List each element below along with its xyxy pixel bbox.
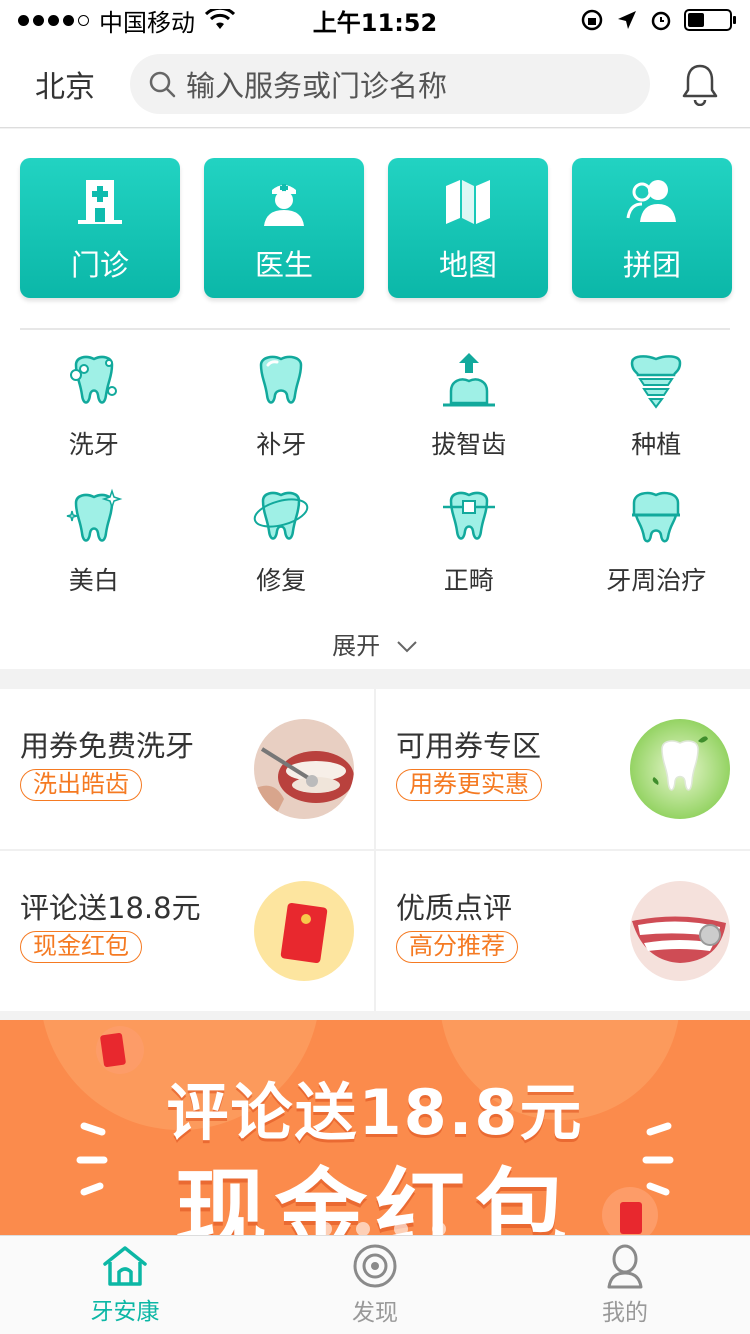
tile-clinic-label: 门诊 xyxy=(70,248,129,282)
quick-tiles: 门诊 医生 地图 拼团 xyxy=(20,158,732,298)
promo-tag: 用券更实惠 xyxy=(396,769,542,801)
service-repair-label: 修复 xyxy=(256,566,307,595)
notification-button[interactable] xyxy=(650,62,750,106)
tab-bar: 牙安康 发现 我的 xyxy=(0,1235,750,1334)
promo-title: 可用券专区 xyxy=(396,729,542,763)
service-whitening-label: 美白 xyxy=(68,566,119,595)
home-icon xyxy=(103,1246,147,1286)
carousel-dot[interactable] xyxy=(356,1222,370,1235)
tab-home-label: 牙安康 xyxy=(90,1299,160,1325)
tab-discover[interactable]: 发现 xyxy=(250,1236,500,1334)
tooth-whitening-icon xyxy=(66,488,123,542)
tile-map-label: 地图 xyxy=(438,248,497,282)
tab-home[interactable]: 牙安康 xyxy=(0,1236,250,1334)
tab-profile-label: 我的 xyxy=(602,1300,648,1326)
tooth-filling-icon xyxy=(259,355,303,404)
service-cleaning-label: 洗牙 xyxy=(68,430,119,459)
city-selector[interactable]: 北京 xyxy=(0,62,130,106)
rotation-lock-icon xyxy=(581,9,603,31)
promo-tag: 现金红包 xyxy=(20,931,142,963)
location-arrow-icon xyxy=(618,11,636,29)
search-placeholder: 输入服务或门诊名称 xyxy=(186,68,448,103)
service-repair[interactable]: 修复 xyxy=(188,487,376,597)
service-braces-label: 正畸 xyxy=(443,566,494,595)
promo-banner[interactable]: 评论送18.8元 现金红包 xyxy=(0,1020,750,1235)
group-icon xyxy=(626,180,676,222)
doctor-icon xyxy=(264,184,304,226)
red-envelope-image xyxy=(254,881,354,981)
wifi-icon xyxy=(205,9,235,29)
promo-grid: 用券免费洗牙 洗出皓齿 可用券专区 用券更实惠 评论送18.8元 现金红包 优质… xyxy=(0,689,750,1011)
search-icon xyxy=(149,71,176,97)
tab-profile[interactable]: 我的 xyxy=(500,1236,750,1334)
expand-label: 展开 xyxy=(332,632,381,660)
carousel-dot[interactable] xyxy=(432,1222,446,1235)
promo-title: 优质点评 xyxy=(396,891,513,925)
search-input[interactable]: 输入服务或门诊名称 xyxy=(130,53,650,114)
promo-tag: 洗出皓齿 xyxy=(20,769,142,801)
chevron-down-icon xyxy=(397,641,417,653)
service-periodontal-label: 牙周治疗 xyxy=(606,566,707,595)
signal-strength-icon xyxy=(18,14,89,26)
promo-title: 用券免费洗牙 xyxy=(20,729,195,763)
service-grid: 洗牙 补牙 拔智齿 种植 美白 修复 正畸 牙周治疗 xyxy=(0,351,750,597)
tile-group-label: 拼团 xyxy=(622,248,681,282)
carousel-dot[interactable] xyxy=(318,1222,332,1235)
promo-free-cleaning[interactable]: 用券免费洗牙 洗出皓齿 xyxy=(0,689,374,849)
tooth-extraction-icon xyxy=(442,353,495,407)
white-tooth-image xyxy=(630,719,730,819)
service-implant[interactable]: 种植 xyxy=(563,351,750,461)
periodontal-icon xyxy=(632,491,681,543)
carousel-indicator xyxy=(318,1222,446,1235)
smile-image xyxy=(630,881,730,981)
tooth-braces-icon xyxy=(442,491,495,540)
dental-exam-image xyxy=(254,719,354,819)
profile-icon xyxy=(607,1244,643,1289)
bell-icon xyxy=(682,64,718,106)
tile-clinic[interactable]: 门诊 xyxy=(20,158,180,298)
expand-button[interactable]: 展开 xyxy=(0,626,750,661)
battery-icon xyxy=(684,9,736,31)
alarm-icon xyxy=(651,11,671,31)
promo-tag: 高分推荐 xyxy=(396,931,518,963)
promo-quality-reviews[interactable]: 优质点评 高分推荐 xyxy=(376,851,750,1011)
top-area: 门诊 医生 地图 拼团 洗牙 补牙 拔智齿 种植 美白 修复 正畸 牙周治疗 展… xyxy=(0,129,750,669)
banner-line2: 现金红包 xyxy=(174,1159,575,1235)
tooth-repair-icon xyxy=(253,491,309,540)
service-cleaning[interactable]: 洗牙 xyxy=(0,351,188,461)
map-icon xyxy=(446,180,490,224)
service-whitening[interactable]: 美白 xyxy=(0,487,188,597)
service-extraction-label: 拔智齿 xyxy=(431,430,507,459)
service-braces[interactable]: 正畸 xyxy=(375,487,563,597)
service-implant-label: 种植 xyxy=(631,430,682,459)
tile-group[interactable]: 拼团 xyxy=(572,158,732,298)
clinic-icon xyxy=(78,180,122,224)
tile-map[interactable]: 地图 xyxy=(388,158,548,298)
tile-doctor-label: 医生 xyxy=(254,248,313,282)
status-bar: 中国移动 上午11:52 xyxy=(0,0,750,40)
service-filling-label: 补牙 xyxy=(256,430,307,459)
tooth-implant-icon xyxy=(630,355,682,409)
service-extraction[interactable]: 拔智齿 xyxy=(375,351,563,461)
carousel-dot[interactable] xyxy=(394,1222,408,1235)
header: 北京 输入服务或门诊名称 xyxy=(0,40,750,128)
tooth-cleaning-icon xyxy=(69,355,117,404)
tile-doctor[interactable]: 医生 xyxy=(204,158,364,298)
carrier-label: 中国移动 xyxy=(99,8,195,37)
divider xyxy=(20,328,730,330)
promo-review-reward[interactable]: 评论送18.8元 现金红包 xyxy=(0,851,374,1011)
promo-coupon-zone[interactable]: 可用券专区 用券更实惠 xyxy=(376,689,750,849)
service-periodontal[interactable]: 牙周治疗 xyxy=(563,487,750,597)
tab-discover-label: 发现 xyxy=(352,1300,398,1326)
promo-title: 评论送18.8元 xyxy=(20,891,201,925)
service-filling[interactable]: 补牙 xyxy=(188,351,376,461)
discover-icon xyxy=(353,1244,397,1288)
